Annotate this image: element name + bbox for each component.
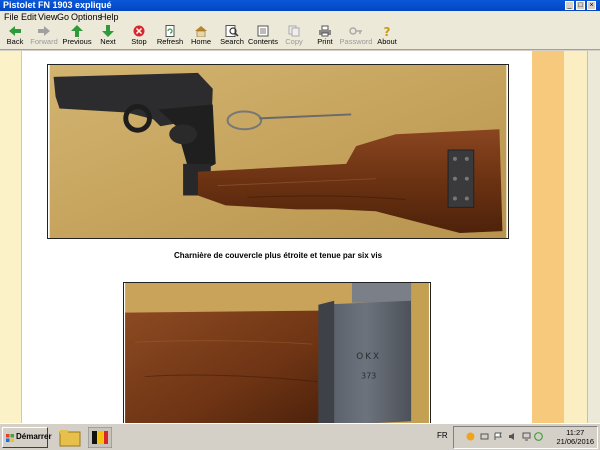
monitor-icon[interactable] — [522, 432, 531, 441]
right-margin-stripe — [532, 51, 564, 423]
minimize-button[interactable]: _ — [565, 1, 574, 10]
windows-logo-icon — [6, 434, 14, 442]
print-icon — [319, 25, 331, 37]
title-bar[interactable]: Pistolet FN 1903 expliqué _ □ × — [0, 0, 600, 11]
menu-bar: File Edit View Go Options Help — [0, 11, 600, 23]
system-tray: FR 11:27 21/06/2016 — [437, 426, 598, 449]
menu-go[interactable]: Go — [57, 11, 69, 23]
help-app-task-icon[interactable] — [88, 427, 112, 448]
clock-date: 21/06/2016 — [556, 437, 594, 446]
stamp-letters: OKX — [356, 352, 381, 362]
left-margin — [0, 51, 22, 423]
security-icon[interactable] — [534, 432, 543, 441]
clock-time: 11:27 — [566, 428, 585, 437]
copy-icon — [288, 25, 300, 37]
notification-icon[interactable] — [466, 432, 475, 441]
help-viewer-window: Pistolet FN 1903 expliqué _ □ × File Edi… — [0, 0, 600, 423]
window-title: Pistolet FN 1903 expliqué — [3, 0, 112, 10]
flag-icon[interactable] — [494, 432, 503, 441]
clock[interactable]: 11:27 21/06/2016 — [556, 428, 594, 446]
menu-file[interactable]: File — [4, 11, 19, 23]
menu-help[interactable]: Help — [100, 11, 119, 23]
menu-edit[interactable]: Edit — [21, 11, 37, 23]
taskbar: Démarrer FR 11:27 21/06/2016 — [0, 423, 600, 450]
menu-view[interactable]: View — [38, 11, 57, 23]
hinge-closeup-photo: OKX 373 — [123, 282, 431, 423]
about-button[interactable]: ? About — [367, 25, 407, 49]
forward-arrow-icon — [38, 26, 50, 36]
svg-text:?: ? — [384, 25, 391, 37]
refresh-icon — [165, 25, 175, 37]
key-icon — [349, 27, 362, 35]
search-icon — [225, 25, 239, 37]
back-arrow-icon — [9, 26, 21, 36]
contents-icon — [257, 25, 269, 37]
about-label: About — [377, 37, 397, 46]
start-button[interactable]: Démarrer — [2, 427, 52, 448]
network-icon[interactable] — [480, 432, 489, 441]
explorer-folder-icon[interactable] — [59, 428, 81, 447]
down-arrow-icon — [102, 25, 114, 37]
up-arrow-icon — [71, 25, 83, 37]
right-margin — [564, 51, 587, 423]
content-area[interactable]: Charnière de couvercle plus étroite et t… — [0, 51, 600, 423]
vertical-scrollbar[interactable] — [587, 51, 600, 423]
stop-icon — [133, 25, 145, 37]
about-icon: ? — [384, 25, 391, 37]
stamp-number: 373 — [361, 372, 376, 381]
toolbar: Back Forward Previous Next Stop Refresh … — [0, 23, 600, 50]
photo-caption: Charnière de couvercle plus étroite et t… — [173, 251, 383, 260]
pistol-stock-photo — [47, 64, 509, 239]
volume-icon[interactable] — [508, 432, 517, 441]
close-button[interactable]: × — [587, 1, 596, 10]
menu-options[interactable]: Options — [71, 11, 102, 23]
start-label: Démarrer — [16, 432, 52, 441]
maximize-button[interactable]: □ — [576, 1, 585, 10]
language-indicator[interactable]: FR — [437, 431, 448, 440]
home-icon — [195, 26, 207, 37]
